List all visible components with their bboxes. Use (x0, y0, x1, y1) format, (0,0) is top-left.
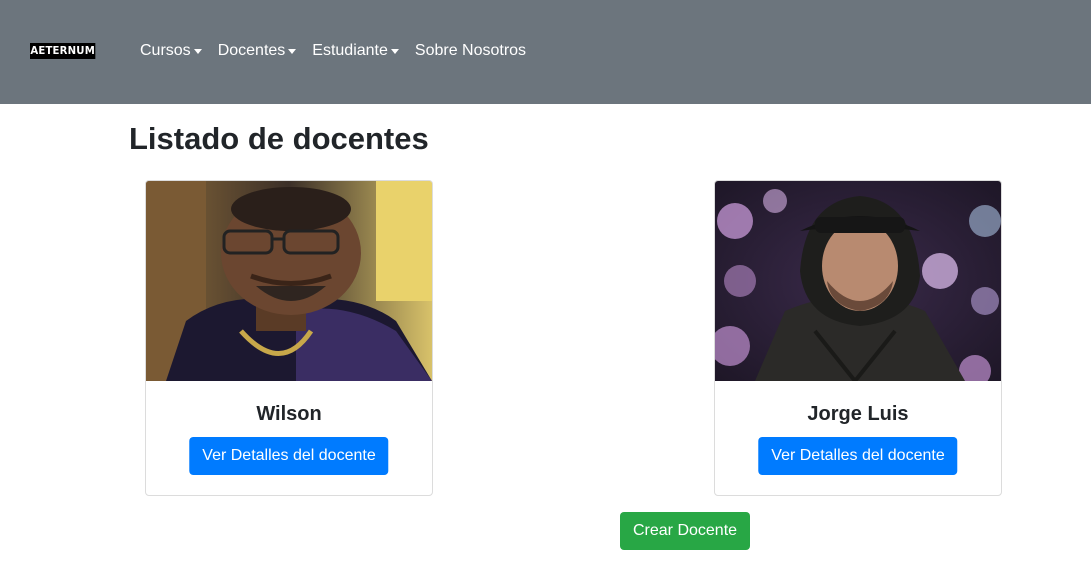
nav-item-sobre-nosotros[interactable]: Sobre Nosotros (415, 40, 526, 62)
teacher-photo (146, 181, 432, 381)
teacher-photo (715, 181, 1001, 381)
teacher-name: Wilson (256, 403, 322, 425)
page-title: Listado de docentes (129, 121, 429, 156)
nav-item-cursos[interactable]: Cursos (140, 40, 202, 62)
nav-item-label: Sobre Nosotros (414, 42, 527, 59)
brand-logo[interactable]: AETERNUM (30, 43, 96, 59)
top-navbar: AETERNUM Cursos Docentes Estudiante Sobr… (0, 0, 1091, 104)
create-teacher-button[interactable]: Crear Docente (620, 512, 751, 550)
caret-down-icon (288, 49, 297, 54)
teacher-name: Jorge Luis (807, 403, 909, 425)
nav-item-estudiante[interactable]: Estudiante (312, 40, 399, 62)
nav-item-label: Docentes (217, 42, 286, 59)
nav-item-docentes[interactable]: Docentes (218, 40, 297, 62)
view-teacher-details-button[interactable]: Ver Detalles del docente (189, 437, 389, 475)
teacher-card: Jorge Luis Ver Detalles del docente (714, 180, 1002, 496)
nav-item-label: Cursos (140, 42, 191, 59)
nav-menu: Cursos Docentes Estudiante Sobre Nosotro… (140, 40, 542, 62)
teacher-card: Wilson Ver Detalles del docente (145, 180, 433, 496)
nav-item-label: Estudiante (312, 42, 388, 59)
view-teacher-details-button[interactable]: Ver Detalles del docente (758, 437, 958, 475)
caret-down-icon (390, 49, 399, 54)
caret-down-icon (193, 49, 202, 54)
